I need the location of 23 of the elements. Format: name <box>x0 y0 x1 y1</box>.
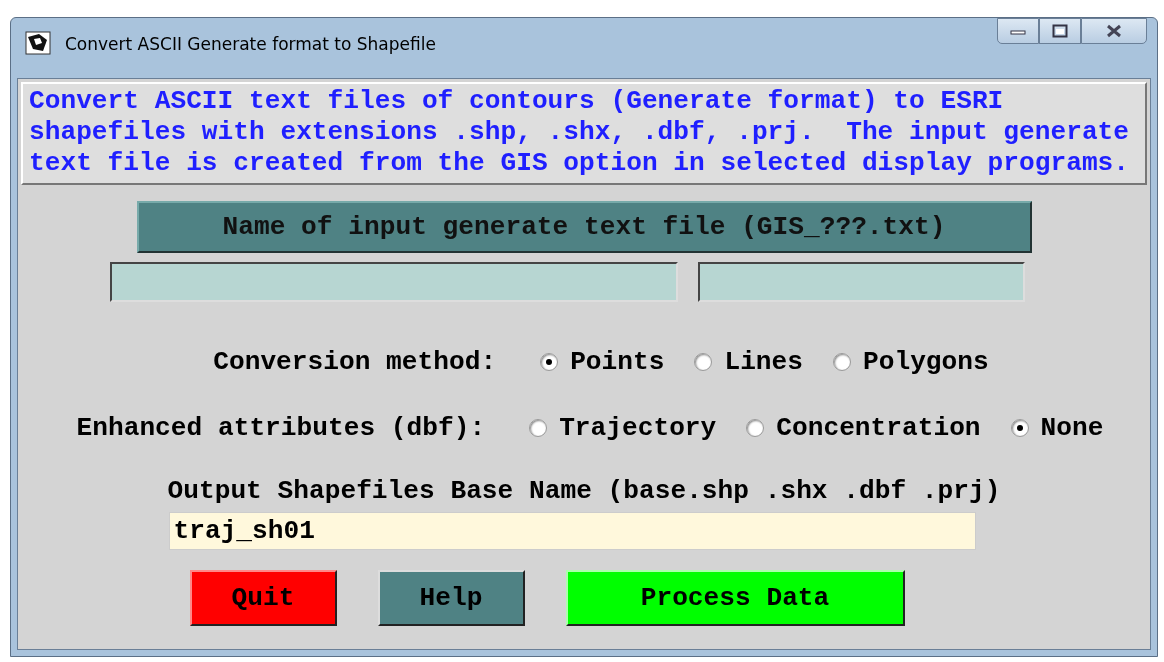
close-icon <box>1105 24 1123 38</box>
close-button[interactable] <box>1081 18 1147 44</box>
radio-option[interactable]: Points <box>540 347 665 377</box>
maximize-icon <box>1052 24 1068 38</box>
description-text: Convert ASCII text files of contours (Generate format) to ESRI shapefiles with extensions .shp, .shx, .dbf, .prj. The input generate text file is created from the GIS option in selected display programs. <box>21 82 1147 185</box>
input-file-label: Name of input generate text file (GIS_???.txt) <box>136 201 1032 253</box>
window-title: Convert ASCII Generate format to Shapefile <box>65 34 437 54</box>
input-file-field[interactable] <box>109 262 678 302</box>
option-label: Conversion method: <box>213 347 497 377</box>
input-file-field[interactable] <box>697 262 1025 302</box>
radio-option[interactable]: None <box>1010 413 1104 443</box>
radio-option[interactable]: Polygons <box>833 347 989 377</box>
maximize-button[interactable] <box>1039 18 1081 44</box>
radio-option[interactable]: Concentration <box>746 413 981 443</box>
radio-option[interactable]: Lines <box>694 347 803 377</box>
process-button[interactable]: Process Data <box>565 570 905 626</box>
radio-option[interactable]: Trajectory <box>529 413 717 443</box>
output-label: Output Shapefiles Base Name (base.shp .shx .dbf .prj) <box>167 476 1001 506</box>
app-icon <box>25 31 51 55</box>
quit-button[interactable]: Quit <box>189 570 337 626</box>
option-label: Enhanced attributes (dbf): <box>76 413 486 443</box>
output-name-field[interactable]: traj_sh01 <box>168 512 976 550</box>
help-button[interactable]: Help <box>377 570 525 626</box>
